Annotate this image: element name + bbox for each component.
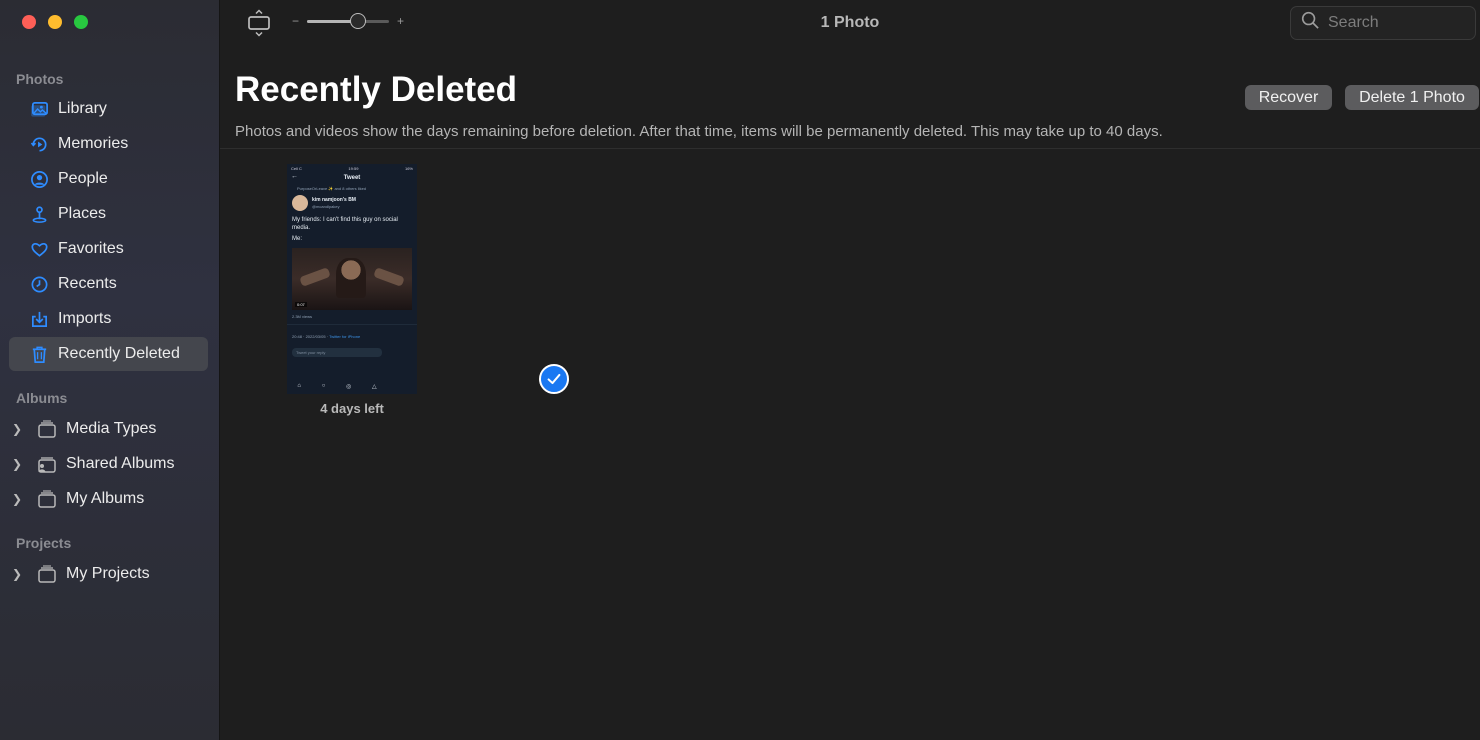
photos-window: Photos Library Memories People Places Fa… — [0, 0, 1480, 740]
media-figure-arm — [373, 267, 405, 287]
screenshot-user-handle: @mcandlpakey — [312, 204, 340, 209]
search-icon: ○ — [321, 383, 326, 389]
photo-thumbnail[interactable]: Cell C 19:59 16% ← Tweet PurposeOrLeave … — [287, 164, 417, 394]
traffic-lights — [22, 15, 88, 29]
bell-icon: △ — [372, 383, 377, 390]
home-icon: ⌂ — [297, 383, 301, 389]
screenshot-battery: 16% — [404, 166, 413, 171]
screenshot-avatar — [292, 195, 308, 211]
sidebar-item-label: Media Types — [66, 419, 157, 437]
sidebar-item-imports[interactable]: Imports — [9, 302, 208, 336]
section-title-projects: Projects — [16, 535, 72, 551]
imports-icon — [29, 309, 49, 329]
screenshot-back-arrow-icon: ← — [291, 173, 298, 180]
people-icon — [29, 169, 49, 189]
sidebar-item-places[interactable]: Places — [9, 197, 208, 231]
sidebar-item-label: Shared Albums — [66, 454, 175, 472]
photos-nav: Library Memories People Places Favorites… — [9, 92, 208, 372]
media-duration: 0:07 — [295, 302, 307, 307]
sidebar-item-recents[interactable]: Recents — [9, 267, 208, 301]
screenshot-timestamp: 20:48 · 2022/03/05 · — [292, 334, 330, 339]
spaces-icon: ◎ — [346, 383, 352, 390]
chevron-right-icon[interactable]: ❯ — [12, 457, 28, 471]
projects-nav: ❯ My Projects — [9, 556, 208, 591]
page-title: Recently Deleted — [235, 70, 518, 109]
screenshot-carrier: Cell C — [291, 166, 302, 171]
memories-icon — [29, 134, 49, 154]
screenshot-user: kim namjoon's BM @mcandlpakey — [287, 191, 417, 211]
section-title-albums: Albums — [16, 390, 68, 406]
trash-icon — [29, 344, 49, 364]
sidebar-item-label: My Albums — [66, 489, 145, 507]
delete-photo-button[interactable]: Delete 1 Photo — [1345, 85, 1479, 110]
search-icon — [1301, 11, 1320, 35]
chevron-right-icon[interactable]: ❯ — [12, 492, 28, 506]
chevron-right-icon[interactable]: ❯ — [12, 567, 28, 581]
media-figure-arm — [299, 267, 331, 287]
sidebar-item-label: Recents — [58, 275, 117, 292]
album-stack-icon — [37, 419, 57, 438]
screenshot-media: 0:07 — [292, 248, 412, 310]
screenshot-tabbar: ⌂ ○ ◎ △ — [287, 378, 417, 394]
maximize-button[interactable] — [74, 15, 88, 29]
page-header: Recently Deleted Recover Delete 1 Photo … — [220, 46, 1480, 149]
sidebar-item-memories[interactable]: Memories — [9, 127, 208, 161]
screenshot-user-name: kim namjoon's BM — [312, 197, 356, 203]
screenshot-statusbar: Cell C 19:59 16% — [287, 164, 417, 172]
days-left-label: 4 days left — [320, 401, 384, 416]
sidebar-item-label: Memories — [58, 135, 129, 152]
screenshot-tweet-text-2: Me: — [292, 236, 303, 242]
screenshot-source: Twitter for iPhone — [329, 334, 361, 339]
screenshot-header: Tweet — [343, 175, 361, 181]
sidebar-item-label: My Projects — [66, 564, 150, 582]
sidebar-item-label: Library — [58, 100, 107, 117]
places-icon — [29, 204, 49, 224]
screenshot-tweet-text: My friends: I can't find this guy on soc… — [292, 217, 398, 231]
tweet-screenshot-image: Cell C 19:59 16% ← Tweet PurposeOrLeave … — [287, 164, 417, 394]
screenshot-reply-box: Tweet your reply — [292, 348, 382, 357]
media-figure — [336, 258, 366, 298]
sidebar-item-my-albums[interactable]: ❯ My Albums — [9, 481, 208, 516]
sidebar: Photos Library Memories People Places Fa… — [0, 0, 220, 740]
recover-button[interactable]: Recover — [1245, 85, 1332, 110]
screenshot-meta: 20:48 · 2022/03/05 · Twitter for iPhone — [287, 324, 417, 339]
sidebar-item-label: Recently Deleted — [58, 345, 180, 362]
close-button[interactable] — [22, 15, 36, 29]
sidebar-item-label: Favorites — [58, 240, 124, 257]
library-icon — [29, 99, 49, 119]
selected-checkmark-icon[interactable] — [539, 364, 569, 394]
toolbar: − + 1 Photo — [220, 0, 1480, 46]
search-input[interactable] — [1328, 14, 1468, 32]
sidebar-item-label: People — [58, 170, 108, 187]
favorites-icon — [29, 239, 49, 259]
minimize-button[interactable] — [48, 15, 62, 29]
sidebar-item-label: Places — [58, 205, 107, 222]
sidebar-item-label: Imports — [58, 310, 112, 327]
albums-nav: ❯ Media Types ❯ Shared Albums ❯ My Album… — [9, 411, 208, 516]
sidebar-item-favorites[interactable]: Favorites — [9, 232, 208, 266]
sidebar-item-recently-deleted[interactable]: Recently Deleted — [9, 337, 208, 371]
sidebar-item-my-projects[interactable]: ❯ My Projects — [9, 556, 208, 591]
section-title-photos: Photos — [16, 71, 64, 87]
shared-album-icon — [37, 455, 57, 473]
main-content: − + 1 Photo Recently Deleted Recover Del… — [220, 0, 1480, 740]
project-stack-icon — [37, 564, 57, 583]
sidebar-item-people[interactable]: People — [9, 162, 208, 196]
sidebar-item-shared-albums[interactable]: ❯ Shared Albums — [9, 446, 208, 481]
recents-icon — [29, 274, 49, 294]
chevron-right-icon[interactable]: ❯ — [12, 422, 28, 436]
sidebar-item-media-types[interactable]: ❯ Media Types — [9, 411, 208, 446]
search-field[interactable] — [1290, 6, 1476, 40]
screenshot-views: 2.3M views — [292, 314, 313, 319]
sidebar-item-library[interactable]: Library — [9, 92, 208, 126]
page-subtitle: Photos and videos show the days remainin… — [235, 123, 1163, 140]
album-stack-icon — [37, 489, 57, 508]
